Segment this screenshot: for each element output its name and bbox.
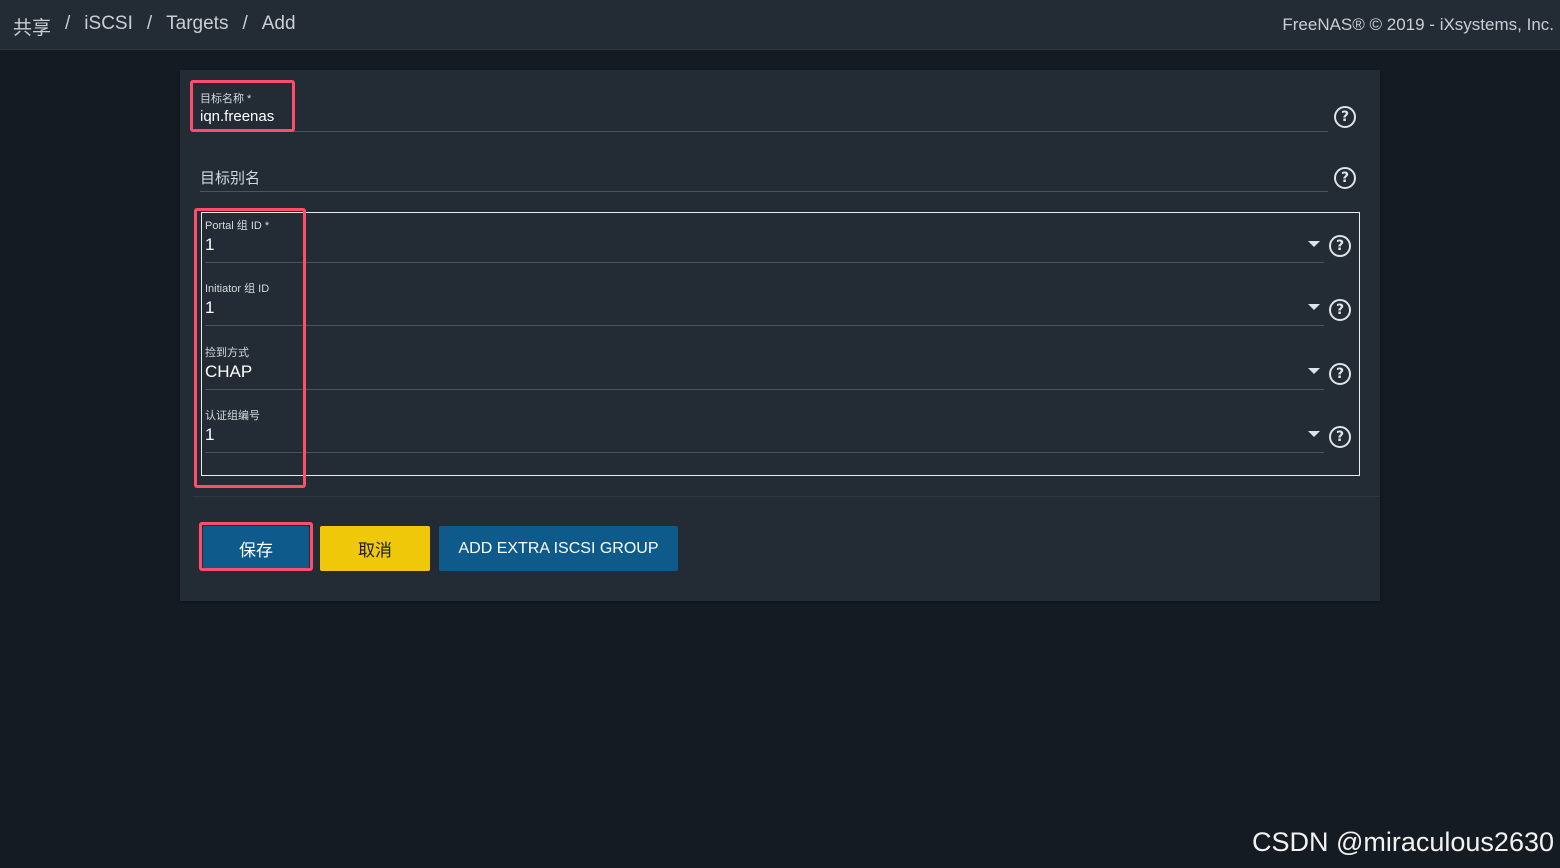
chevron-down-icon <box>1308 431 1320 437</box>
initiator-group-select[interactable]: Initiator 组 ID 1 <box>205 276 1324 326</box>
form-divider <box>193 496 1380 497</box>
breadcrumb-add: Add <box>261 13 296 34</box>
target-form-card: 目标名称 * iqn.freenas ? 目标别名 ? Portal 组 ID … <box>180 70 1380 601</box>
auth-method-label: 捡到方式 <box>205 347 249 359</box>
target-alias-field[interactable]: 目标别名 <box>200 158 1328 192</box>
help-icon[interactable]: ? <box>1329 235 1351 257</box>
watermark-text: CSDN @miraculous2630 <box>1251 827 1554 857</box>
breadcrumb: 共享 / iSCSI / Targets / Add <box>13 13 296 40</box>
breadcrumb-separator: / <box>65 13 71 34</box>
portal-group-select[interactable]: Portal 组 ID * 1 <box>205 213 1324 263</box>
auth-method-select[interactable]: 捡到方式 CHAP <box>205 340 1324 390</box>
chevron-down-icon <box>1308 368 1320 374</box>
top-bar: 共享 / iSCSI / Targets / Add FreeNAS® © 20… <box>0 0 1560 50</box>
cancel-button[interactable]: 取消 <box>320 526 430 571</box>
portal-group-label: Portal 组 ID * <box>205 220 270 232</box>
iscsi-group-box: Portal 组 ID * 1 ? Initiator 组 ID 1 ? 捡到方… <box>201 212 1360 476</box>
initiator-group-value: 1 <box>205 298 215 317</box>
auth-group-label: 认证组编号 <box>205 410 260 422</box>
initiator-group-label: Initiator 组 ID <box>205 283 270 295</box>
target-name-label: 目标名称 * <box>200 93 252 105</box>
help-icon[interactable]: ? <box>1329 426 1351 448</box>
auth-group-value: 1 <box>205 425 215 444</box>
breadcrumb-targets[interactable]: Targets <box>166 13 228 40</box>
breadcrumb-iscsi[interactable]: iSCSI <box>84 13 133 40</box>
help-icon[interactable]: ? <box>1329 363 1351 385</box>
save-button[interactable]: 保存 <box>203 526 309 571</box>
target-name-input[interactable]: iqn.freenas <box>200 108 274 125</box>
help-icon[interactable]: ? <box>1329 299 1351 321</box>
chevron-down-icon <box>1308 304 1320 310</box>
breadcrumb-separator: / <box>146 13 153 34</box>
chevron-down-icon <box>1308 241 1320 247</box>
help-icon[interactable]: ? <box>1334 167 1356 189</box>
target-name-field[interactable]: 目标名称 * iqn.freenas <box>200 88 1328 132</box>
breadcrumb-separator: / <box>242 13 248 34</box>
auth-method-value: CHAP <box>205 362 253 381</box>
portal-group-value: 1 <box>205 235 215 254</box>
copyright-text: FreeNAS® © 2019 - iXsystems, Inc. <box>1282 15 1554 34</box>
add-extra-iscsi-group-button[interactable]: ADD EXTRA ISCSI GROUP <box>439 526 678 571</box>
auth-group-select[interactable]: 认证组编号 1 <box>205 403 1324 453</box>
breadcrumb-sharing[interactable]: 共享 <box>13 13 51 40</box>
target-alias-input[interactable]: 目标别名 <box>200 167 260 188</box>
help-icon[interactable]: ? <box>1334 106 1356 128</box>
